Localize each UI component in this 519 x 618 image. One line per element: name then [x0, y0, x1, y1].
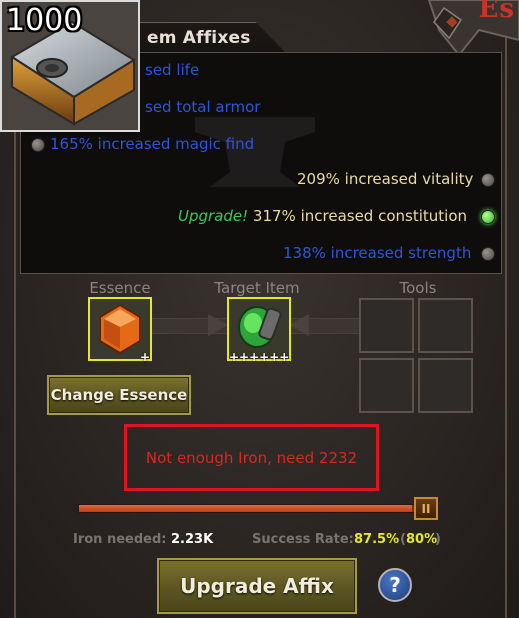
affix-title: em Affixes: [147, 28, 251, 48]
corner-ornament: Es: [399, 0, 519, 58]
success-rate-label: Success Rate:: [252, 532, 354, 547]
affix-line-constitution-text: 317% increased constitution: [248, 207, 468, 225]
tools-label: Tools: [399, 279, 437, 297]
affix-toggle-strength[interactable]: [481, 247, 495, 261]
tool-slot-3[interactable]: [359, 358, 414, 413]
tool-slot-2[interactable]: [418, 298, 473, 353]
affix-line-magic-find: 165% increased magic find: [50, 135, 255, 153]
target-item-plus: ++++++: [229, 350, 290, 364]
affix-line-vitality: 209% increased vitality: [297, 170, 474, 188]
affix-line-life: sed life: [145, 61, 200, 79]
tool-slot-4[interactable]: [418, 358, 473, 413]
slider-fill: [79, 505, 412, 512]
essence-label: Essence: [89, 279, 151, 297]
change-essence-button[interactable]: Change Essence: [47, 375, 191, 415]
arrow-left-icon: [289, 314, 309, 336]
affix-line-armor: sed total armor: [145, 98, 261, 116]
iron-count: 1000: [6, 3, 83, 38]
affix-toggle-constitution[interactable]: [481, 210, 495, 224]
essence-plus: +: [140, 350, 151, 364]
affix-line-strength: 138% increased strength: [283, 244, 472, 262]
question-mark-icon: ?: [389, 573, 401, 597]
tool-slot-1[interactable]: [359, 298, 414, 353]
slider-handle-grip: II: [421, 501, 431, 516]
help-button[interactable]: ?: [378, 568, 412, 602]
slider-handle[interactable]: II: [414, 497, 438, 520]
target-item-label: Target Item: [214, 279, 300, 297]
not-enough-iron-text: Not enough Iron, need 2232: [145, 448, 358, 467]
success-rate-base: 80%: [406, 532, 438, 547]
affix-toggle-vitality[interactable]: [481, 173, 495, 187]
affix-toggle-magic-find[interactable]: [31, 138, 45, 152]
success-rate-paren-close: ): [435, 532, 441, 547]
success-rate-value: 87.5%: [354, 532, 400, 547]
upgrade-tag: Upgrade!: [178, 207, 249, 225]
affix-line-constitution: Upgrade! 317% increased constitution: [178, 207, 467, 225]
iron-needed-label: Iron needed:: [73, 532, 167, 547]
upgrade-affix-button[interactable]: Upgrade Affix: [157, 558, 357, 614]
iron-amount-slider[interactable]: [78, 504, 438, 513]
arrow-right-icon: [208, 314, 228, 336]
iron-needed-value: 2.23K: [171, 532, 214, 547]
corner-title-fragment: Es: [478, 0, 515, 24]
warning-message-box: Not enough Iron, need 2232: [124, 424, 379, 491]
